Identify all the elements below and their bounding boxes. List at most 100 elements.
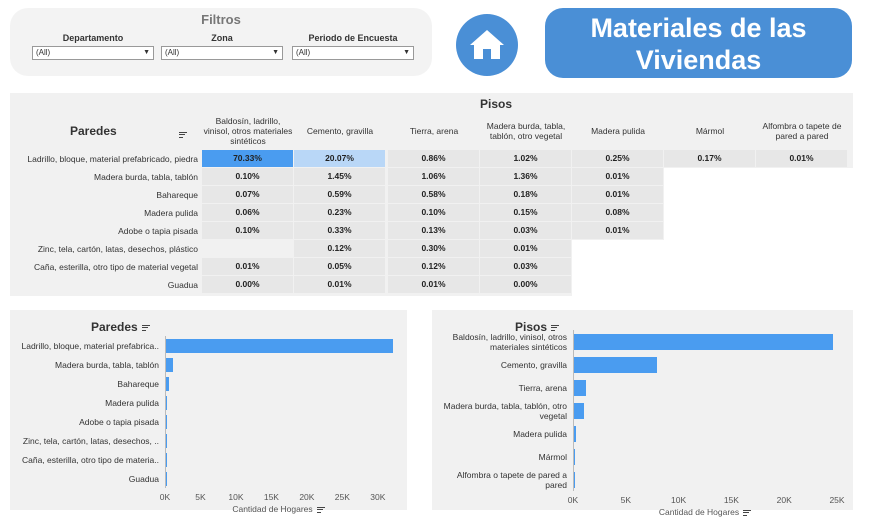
matrix-cell: 0.10%: [202, 222, 293, 239]
bar-mark[interactable]: [166, 471, 167, 486]
chart-title: Paredes: [91, 320, 150, 334]
category-label: Mármol: [538, 451, 567, 462]
sort-icon[interactable]: [179, 130, 187, 139]
paredes-sort-button[interactable]: [175, 126, 187, 144]
bar-mark[interactable]: [166, 452, 167, 467]
matrix-cell: 0.08%: [572, 204, 663, 221]
bar-mark[interactable]: [574, 471, 575, 488]
category-label: Guadua: [128, 473, 159, 484]
dropdown-arrow-icon: ▼: [143, 49, 150, 56]
matrix-cell: 0.05%: [294, 258, 385, 275]
x-tick-label: 5K: [620, 495, 631, 505]
bar-mark[interactable]: [166, 414, 168, 429]
matrix-cell: 0.01%: [388, 276, 479, 293]
x-axis-title: Cantidad de Hogares: [165, 504, 392, 514]
x-tick-label: 15K: [723, 495, 739, 505]
x-tick-label: 20K: [776, 495, 792, 505]
sort-icon[interactable]: [316, 505, 325, 514]
x-axis-title-text: Cantidad de Hogares: [232, 504, 313, 514]
row-header: Madera burda, tabla, tablón: [94, 172, 198, 182]
category-label: Zinc, tela, cartón, latas, desechos, ..: [22, 435, 159, 446]
row-header: Adobe o tapia pisada: [118, 226, 198, 236]
matrix-cell: 0.03%: [480, 222, 571, 239]
title-banner: Materiales de las Viviendas: [545, 8, 852, 78]
filter-label: Periodo de Encuesta: [308, 33, 398, 43]
matrix-cell: 0.12%: [294, 240, 385, 257]
sort-icon[interactable]: [743, 508, 752, 517]
matrix-cell: 0.07%: [202, 186, 293, 203]
bar-mark[interactable]: [574, 356, 658, 373]
bar-mark[interactable]: [166, 376, 169, 391]
row-header: Guadua: [167, 280, 198, 290]
matrix-empty-area: [664, 168, 853, 296]
matrix-cell: 0.23%: [294, 204, 385, 221]
bar-mark[interactable]: [574, 333, 833, 350]
title-line-1: Materiales de las: [590, 13, 807, 43]
category-label: Bahareque: [117, 378, 159, 389]
matrix-cell: 1.06%: [388, 168, 479, 185]
matrix-cell: 0.00%: [202, 276, 293, 293]
matrix-cell: 0.25%: [572, 150, 663, 167]
category-label: Caña, esterilla, otro tipo de materia..: [21, 454, 159, 465]
matrix-cell: 0.59%: [294, 186, 385, 203]
bar-mark[interactable]: [574, 379, 586, 396]
matrix-cell: 1.02%: [480, 150, 571, 167]
filter-periodo: Periodo de Encuesta (All) ▼: [292, 32, 414, 60]
matrix-cell: 0.12%: [388, 258, 479, 275]
category-label: Alfombra o tapete de pared a pared: [456, 469, 567, 490]
bar-mark[interactable]: [574, 402, 584, 419]
matrix-cell: 0.10%: [388, 204, 479, 221]
matrix-cell: 0.01%: [572, 186, 663, 203]
matrix-cell: 0.13%: [388, 222, 479, 239]
category-label: Cemento, gravilla: [500, 359, 567, 370]
pisos-chart-panel: Pisos Baldosín, ladrillo, vinisol, otros …: [432, 310, 853, 517]
filter-zona: Zona (All) ▼: [161, 32, 283, 60]
bar-mark[interactable]: [166, 433, 167, 448]
departamento-dropdown[interactable]: (All) ▼: [32, 46, 154, 60]
matrix-cell: 1.36%: [480, 168, 571, 185]
column-header: Madera burda, tabla, tablón, otro vegeta…: [486, 121, 566, 141]
category-label: Ladrillo, bloque, material prefabrica..: [21, 340, 160, 351]
dropdown-value: (All): [296, 48, 311, 57]
matrix-cell: 0.10%: [202, 168, 293, 185]
category-label: Madera burda, tabla, tablón: [55, 359, 159, 370]
row-header: Ladrillo, bloque, material prefabricado,…: [27, 154, 198, 164]
row-header: Zinc, tela, cartón, latas, desechos, plá…: [37, 244, 198, 254]
zona-dropdown[interactable]: (All) ▼: [161, 46, 283, 60]
x-tick-label: 10K: [228, 492, 244, 502]
x-tick-label: 15K: [263, 492, 279, 502]
column-header: Tierra, arena: [409, 126, 459, 136]
x-tick-label: 20K: [299, 492, 315, 502]
matrix-cell: 0.33%: [294, 222, 385, 239]
row-header: Caña, esterilla, otro tipo de material v…: [34, 262, 198, 272]
filter-label: Departamento: [62, 33, 124, 43]
paredes-header: Paredes: [70, 124, 117, 138]
bar-mark[interactable]: [166, 338, 393, 353]
pisos-header: Pisos: [480, 97, 513, 111]
x-tick-label: 5K: [195, 492, 206, 502]
matrix-cell: 70.33%: [202, 150, 293, 167]
home-button[interactable]: [456, 14, 518, 76]
paredes-chart-panel: Paredes Ladrillo, bloque, material prefab…: [10, 310, 407, 514]
x-tick-label: 25K: [829, 495, 845, 505]
filter-departamento: Departamento (All) ▼: [32, 32, 154, 60]
matrix-cell: 0.01%: [572, 168, 663, 185]
filters-panel: Filtros Departamento (All) ▼ Zona (All) ▼ …: [10, 8, 432, 76]
dropdown-value: (All): [165, 48, 180, 57]
home-icon: [470, 30, 504, 59]
dropdown-value: (All): [36, 48, 51, 57]
periodo-dropdown[interactable]: (All) ▼: [292, 46, 414, 60]
x-axis-title-text: Cantidad de Hogares: [658, 507, 740, 517]
bar-mark[interactable]: [574, 425, 577, 442]
bar-mark[interactable]: [166, 357, 174, 372]
bar-mark[interactable]: [166, 395, 168, 410]
matrix-cell: 0.17%: [664, 150, 755, 167]
matrix-cell: 0.15%: [480, 204, 571, 221]
category-label: Tierra, arena: [518, 382, 567, 393]
x-tick-label: 0K: [159, 492, 171, 502]
chart-title-text: Paredes: [91, 320, 138, 334]
sort-icon[interactable]: [141, 323, 150, 332]
bar-mark[interactable]: [574, 448, 575, 465]
x-tick-label: 30K: [370, 492, 386, 502]
matrix-cell: 20.07%: [294, 150, 385, 167]
